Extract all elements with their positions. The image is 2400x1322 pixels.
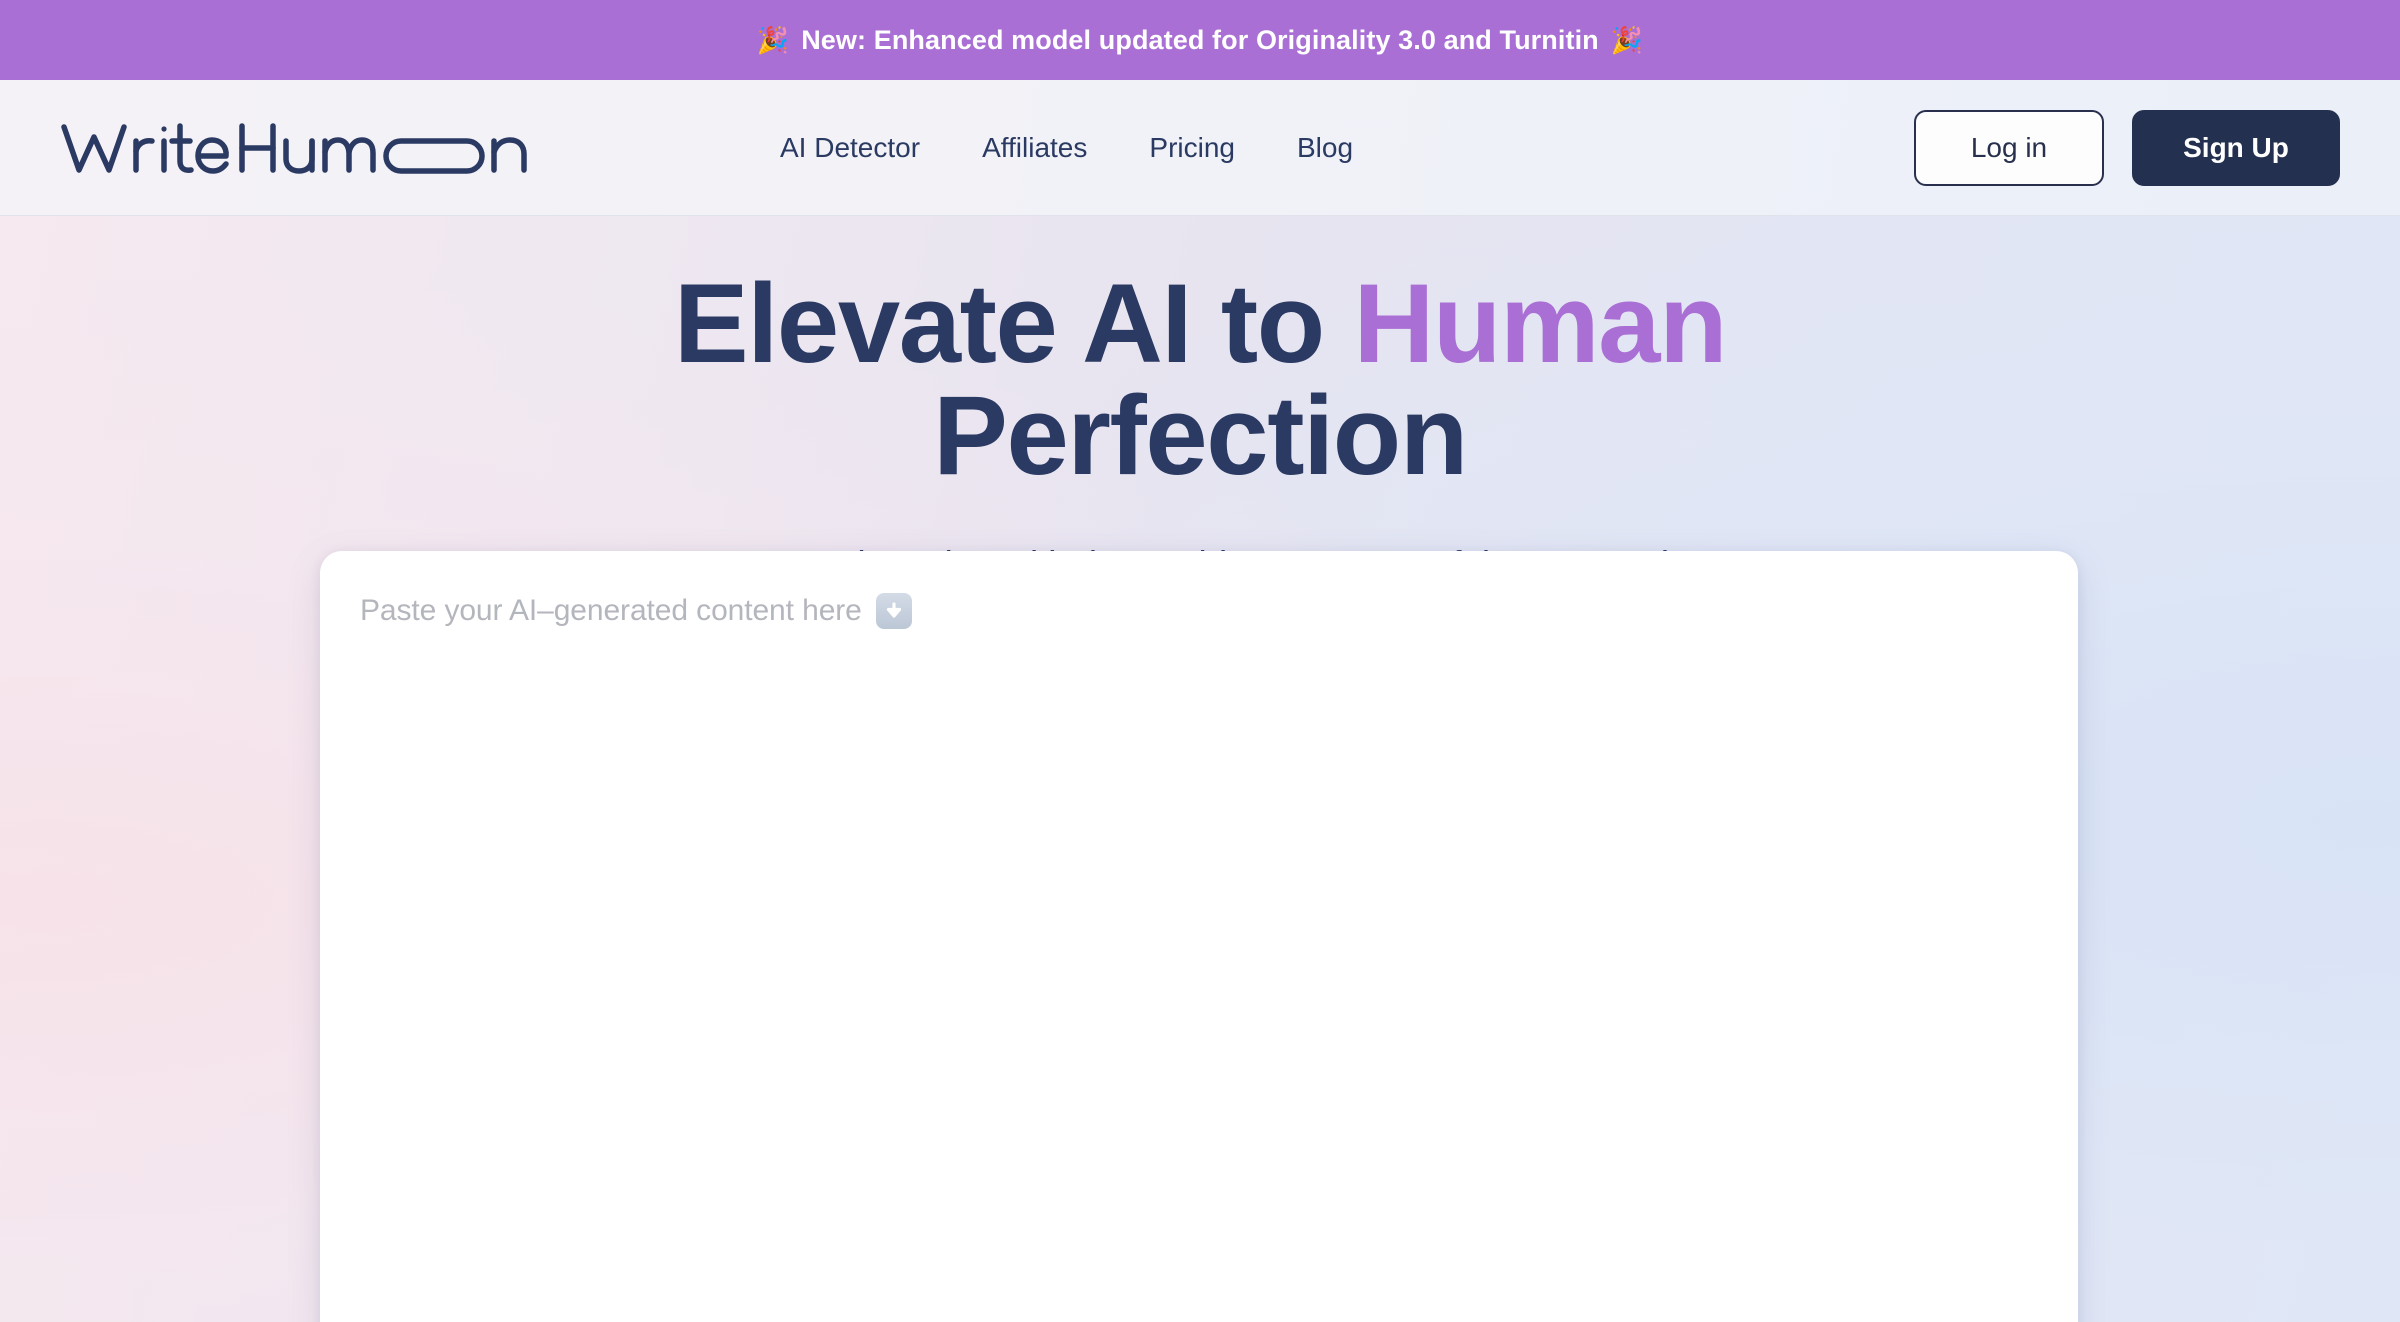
page-title: Elevate AI to Human Perfection [450, 268, 1950, 492]
nav-item-ai-detector[interactable]: AI Detector [780, 132, 920, 164]
nav-item-pricing[interactable]: Pricing [1149, 132, 1235, 164]
writehuman-logo[interactable] [60, 113, 530, 183]
nav-item-blog[interactable]: Blog [1297, 132, 1353, 164]
hero-section: Elevate AI to Human Perfection Bypass AI… [0, 216, 2400, 1322]
announcement-banner: 🎉 New: Enhanced model updated for Origin… [0, 0, 2400, 80]
announcement-message: New: Enhanced model updated for Original… [801, 24, 1599, 55]
down-arrow-icon [875, 593, 912, 629]
humanizer-input-body: Paste your AI–generated content here [320, 551, 2078, 1322]
nav-item-affiliates[interactable]: Affiliates [982, 132, 1087, 164]
auth-button-group: Log in Sign Up [1914, 109, 2340, 186]
signup-button[interactable]: Sign Up [2132, 109, 2340, 186]
primary-navigation: AI Detector Affiliates Pricing Blog [780, 132, 1353, 164]
headline-part-one: Elevate AI to [673, 261, 1354, 386]
ai-content-textarea[interactable] [360, 635, 2038, 1322]
hero-content: Elevate AI to Human Perfection Bypass AI… [0, 216, 2400, 586]
headline-accent-word: Human [1353, 261, 1728, 386]
login-button[interactable]: Log in [1914, 109, 2104, 186]
announcement-text-group: 🎉 New: Enhanced model updated for Origin… [757, 25, 1644, 56]
party-popper-icon: 🎉 [1610, 25, 1644, 55]
site-header: AI Detector Affiliates Pricing Blog Log … [0, 80, 2400, 216]
input-placeholder: Paste your AI–generated content here [360, 593, 2038, 629]
party-popper-icon: 🎉 [756, 25, 790, 55]
writehuman-logo-icon [61, 122, 527, 174]
headline-part-two: Perfection [933, 373, 1468, 498]
humanizer-input-card: Paste your AI–generated content here [320, 551, 2078, 1322]
input-placeholder-text: Paste your AI–generated content here [360, 594, 862, 627]
